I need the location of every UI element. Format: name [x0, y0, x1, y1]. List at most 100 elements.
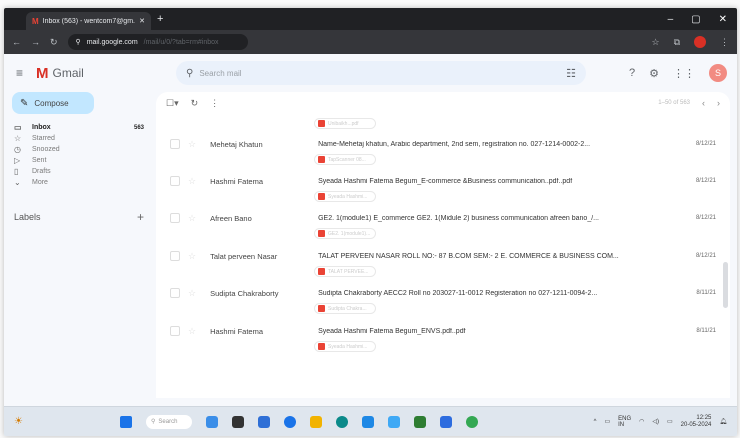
star-icon[interactable]: ☆ [188, 326, 196, 337]
url-field[interactable]: ⚲ mail.google.com /mail/u/0/?tab=rm#inbo… [67, 34, 248, 50]
pdf-icon [318, 193, 325, 200]
taskbar-search[interactable]: ⚲ Search [146, 414, 192, 429]
sidebar-item-drafts[interactable]: ▯ Drafts [4, 166, 144, 177]
table-row[interactable]: ☆ Talat perveen Nasar TALAT PERVEEN NASA… [156, 245, 730, 267]
star-icon[interactable]: ☆ [188, 213, 196, 224]
app-icon-store[interactable] [362, 415, 374, 428]
sidebar-item-starred[interactable]: ☆ Starred [4, 133, 144, 144]
next-page-icon[interactable]: › [717, 98, 720, 108]
pdf-icon [318, 268, 325, 275]
search-options-icon[interactable]: ☷ [566, 67, 576, 80]
select-all-checkbox[interactable]: ☐▾ [166, 98, 179, 109]
app-icon-app-6[interactable] [336, 415, 348, 428]
subject: TALAT PERVEEN NASAR ROLL NO:- 87 B.COM S… [318, 252, 619, 260]
table-row[interactable]: ☆ Afreen Bano GE2. 1(module1) E_commerce… [156, 207, 730, 229]
sidebar-item-sent[interactable]: ▷ Sent [4, 155, 144, 166]
attachment-chip[interactable]: Syeada Hashmi... [314, 341, 376, 352]
prev-page-icon[interactable]: ‹ [702, 98, 705, 108]
notification-bell-icon[interactable]: 🔔︎ [719, 418, 727, 425]
pdf-icon [318, 156, 325, 163]
browser-menu-icon[interactable]: ⋮ [720, 37, 729, 48]
row-checkbox[interactable] [170, 326, 180, 336]
sender: Sudipta Chakraborty [210, 288, 279, 298]
pdf-icon [318, 120, 325, 127]
attachment-chip[interactable]: GE2. 1(module1)... [314, 228, 376, 239]
settings-gear-icon[interactable]: ⚙ [649, 67, 659, 80]
browser-tab[interactable]: M Inbox (563) - wentcom7@gm... ✕ [26, 12, 151, 30]
forward-icon[interactable]: → [31, 37, 40, 47]
sidebar-item-snoozed[interactable]: ◷ Snoozed [4, 144, 144, 155]
account-avatar[interactable]: S [709, 64, 727, 82]
row-checkbox[interactable] [170, 288, 180, 298]
attachment-chip[interactable]: Sudipta Chakra... [314, 303, 376, 314]
table-row[interactable]: ☆ Mehetaj Khatun Name-Mehetaj khatun, Ar… [156, 133, 730, 155]
language-indicator[interactable]: ENG IN [618, 416, 631, 428]
search-bar[interactable]: ⚲ Search mail ☷ [176, 61, 586, 85]
app-icon-app-11[interactable] [466, 415, 478, 428]
help-icon[interactable]: ? [629, 67, 635, 79]
row-checkbox[interactable] [170, 139, 180, 149]
subject: Syeada Hashmi Fatema Begum_E-commerce &B… [318, 177, 573, 185]
minimize-button[interactable]: – [668, 14, 674, 25]
refresh-icon[interactable]: ↻ [191, 98, 199, 109]
extensions-icon[interactable]: ⧉ [674, 37, 680, 48]
windows-start-icon[interactable] [120, 415, 132, 428]
star-icon[interactable]: ☆ [188, 288, 196, 299]
weather-icon[interactable]: ☀ [14, 416, 23, 427]
star-icon[interactable]: ☆ [188, 176, 196, 187]
attachment-chip[interactable]: TapScanner 08... [314, 154, 376, 165]
compose-label: Compose [34, 98, 69, 108]
table-row[interactable]: ☆ Sudipta Chakraborty Sudipta Chakrabort… [156, 282, 730, 304]
compose-button[interactable]: ✎ Compose [12, 92, 94, 114]
app-icon-chrome[interactable] [284, 415, 296, 428]
main-menu-icon[interactable]: ≡ [16, 66, 28, 80]
close-window-button[interactable]: ✕ [719, 14, 727, 25]
app-icon-app-9[interactable] [414, 415, 426, 428]
maximize-button[interactable]: ▢ [691, 14, 700, 25]
app-icon-app-10[interactable] [440, 415, 452, 428]
inbox-count: 563 [133, 124, 144, 131]
tab-title: Inbox (563) - wentcom7@gm... [42, 17, 136, 25]
app-icon-edge[interactable] [258, 415, 270, 428]
row-checkbox[interactable] [170, 213, 180, 223]
search-icon[interactable]: ⚲ [186, 68, 193, 79]
address-bar-row: ← → ↻ ⚲ mail.google.com /mail/u/0/?tab=r… [4, 30, 737, 54]
battery-icon[interactable]: ▭ [667, 418, 673, 425]
star-icon[interactable]: ☆ [188, 139, 196, 150]
tray-app-icon[interactable]: ▭ [604, 418, 610, 425]
attachment-chip[interactable]: Unibaikh...pdf [314, 118, 376, 129]
pdf-icon [318, 305, 325, 312]
volume-icon[interactable]: ◁) [652, 418, 659, 425]
row-checkbox[interactable] [170, 176, 180, 186]
pagination-text: 1–50 of 563 [658, 100, 690, 106]
back-icon[interactable]: ← [12, 37, 21, 47]
star-icon[interactable]: ☆ [188, 251, 196, 262]
sidebar-item-more[interactable]: ⌄ More [4, 177, 144, 188]
screen: M Inbox (563) - wentcom7@gm... ✕ + – ▢ ✕… [4, 8, 737, 436]
tray-overflow-icon[interactable]: ^ [594, 419, 597, 425]
site-info-icon[interactable]: ⚲ [76, 38, 81, 46]
more-actions-icon[interactable]: ⋮ [210, 98, 219, 109]
attachment-chip[interactable]: TALAT PERVEE... [314, 266, 376, 277]
clock[interactable]: 12:25 20-05-2024 [681, 415, 712, 429]
list-scrollbar[interactable] [723, 262, 728, 308]
table-row[interactable]: ☆ Hashmi Fatema Syeada Hashmi Fatema Beg… [156, 170, 730, 192]
sidebar-item-inbox[interactable]: ▭ Inbox 563 [4, 122, 144, 133]
bookmark-star-icon[interactable]: ☆ [651, 37, 659, 48]
app-icon-app-8[interactable] [388, 415, 400, 428]
attachment-chip[interactable]: Syeada Hashmi... [314, 191, 376, 202]
gmail-logo[interactable]: M Gmail [36, 65, 176, 82]
tab-close-icon[interactable]: ✕ [139, 17, 145, 25]
new-tab-button[interactable]: + [157, 13, 163, 25]
table-row[interactable]: ☆ Hashmi Fatema Syeada Hashmi Fatema Beg… [156, 320, 730, 342]
app-icon-widgets[interactable] [206, 415, 218, 428]
app-icon-taskview[interactable] [232, 415, 244, 428]
search-input[interactable]: Search mail [199, 69, 560, 78]
reload-icon[interactable]: ↻ [50, 37, 58, 48]
row-checkbox[interactable] [170, 251, 180, 261]
profile-icon[interactable] [694, 36, 706, 48]
apps-grid-icon[interactable]: ⋮⋮ [673, 67, 695, 80]
add-label-icon[interactable]: + [137, 210, 144, 224]
wifi-icon[interactable]: ◠ [639, 418, 644, 425]
app-icon-file-explorer[interactable] [310, 415, 322, 428]
